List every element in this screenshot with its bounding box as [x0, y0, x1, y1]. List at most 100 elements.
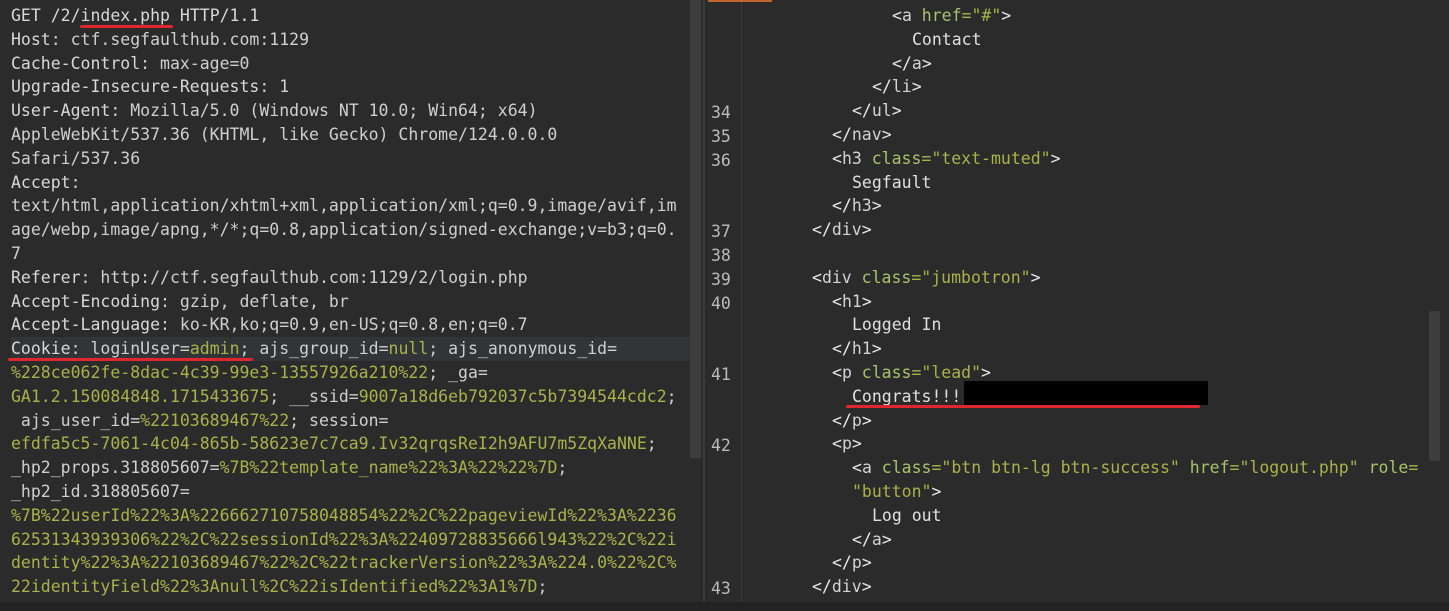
response-token: class	[851, 362, 912, 382]
line-number: 43	[711, 579, 731, 599]
request-token: ajs_user_id=	[11, 410, 141, 430]
request-token: 22identityField%22%3Anull%2C%22isIdentif…	[11, 577, 538, 597]
request-line: Accept-Language: ko-KR,ko;q=0.9,en-US;q=…	[11, 313, 691, 337]
response-line: "button">	[752, 480, 1429, 504]
request-line: Accept-Encoding: gzip, deflate, br	[11, 290, 691, 314]
response-token: p	[841, 362, 852, 382]
http-response-source[interactable]: <a href="#"> Contact </a> </li> </ul> </nav> <…	[752, 4, 1429, 599]
request-token: 9007a18d6eb792037c5b7394544cdc2	[358, 386, 667, 406]
response-token: =	[1408, 458, 1419, 478]
request-token: dentity%22%3A%22103689467%22%2C%22tracke…	[11, 553, 677, 573]
response-token: a	[861, 458, 872, 478]
request-token: ;	[666, 386, 677, 406]
response-token: </	[852, 529, 872, 549]
request-line: 22identityField%22%3Anull%2C%22isIdentif…	[11, 575, 691, 599]
response-token: </	[812, 220, 832, 240]
request-line: GA1.2.150084848.1715433675; __ssid=9007a…	[11, 385, 691, 409]
request-line: Upgrade-Insecure-Requests: 1	[11, 75, 691, 99]
response-token: "button"	[852, 481, 932, 501]
line-number: 38	[711, 246, 731, 265]
request-line: Host: ctf.segfaulthub.com:1129	[11, 28, 691, 52]
request-token: : ctf.segfaulthub.com:1129	[50, 29, 310, 49]
response-token: >	[861, 220, 872, 240]
request-scrollbar[interactable]	[690, 0, 701, 458]
request-token: AppleWebKit/537.36 (KHTML, like Gecko) C…	[11, 124, 558, 144]
response-token: </	[832, 553, 852, 573]
response-scrollbar[interactable]	[1429, 311, 1440, 461]
response-token: p	[851, 410, 862, 430]
request-token: Cache-Control	[11, 53, 141, 73]
response-token: ="#"	[961, 6, 1002, 25]
response-token: </	[832, 339, 852, 359]
request-token: GA1.2.150084848.1715433675	[11, 386, 270, 406]
response-token: </	[832, 410, 852, 430]
response-token: >	[871, 339, 882, 359]
request-token: HTTP/1.1	[169, 6, 260, 25]
request-line: %7B%22userId%22%3A%226662710758048854%22…	[11, 504, 691, 528]
response-line: </div>	[752, 218, 1429, 242]
response-token: ="lead"	[911, 362, 982, 382]
request-token: text/html,application/xhtml+xml,applicat…	[11, 196, 677, 216]
response-token: >	[851, 434, 862, 454]
response-token: div	[831, 577, 862, 597]
response-token: >	[911, 77, 922, 97]
annotation-underline-congrats	[846, 405, 1200, 408]
request-token: Host	[11, 29, 51, 49]
request-token: age/webp,image/apng,*/*;q=0.8,applicatio…	[11, 220, 677, 240]
response-token: class	[861, 148, 922, 168]
request-line: ajs_user_id=%22103689467%22; session=	[11, 409, 691, 433]
response-token: h1	[841, 291, 862, 311]
response-token: </	[872, 77, 892, 97]
response-line: </li>	[752, 75, 1429, 99]
response-token: >	[861, 410, 872, 430]
request-token: ; ajs_anonymous_id=	[428, 339, 618, 359]
response-token: Segfault	[852, 172, 932, 192]
response-token: <	[832, 291, 842, 311]
request-line: Safari/537.36	[11, 147, 691, 171]
request-line: _hp2_props.318805607=%7B%22template_name…	[11, 456, 691, 480]
request-token: Accept	[11, 172, 71, 192]
response-line: </h1>	[752, 337, 1429, 361]
request-token: _hp2_props.318805607=	[11, 458, 220, 478]
request-line: 7	[11, 242, 691, 266]
response-token: <	[832, 362, 842, 382]
request-token: : loginUser=	[70, 339, 190, 359]
response-token: >	[891, 101, 902, 121]
line-number: 41	[711, 365, 731, 384]
response-token: >	[871, 196, 882, 216]
request-token: GET /2/	[11, 6, 81, 25]
response-token: <	[812, 267, 822, 287]
response-token: a	[871, 529, 882, 549]
request-token: 62531343939306%22%2C%22sessionId%22%3A%2…	[11, 529, 677, 549]
response-token: <	[832, 434, 842, 454]
request-token: null	[388, 339, 429, 359]
request-line: AppleWebKit/537.36 (KHTML, like Gecko) C…	[11, 123, 691, 147]
request-token: Accept-Encoding	[11, 291, 161, 311]
response-token: >	[981, 362, 991, 382]
http-request-text[interactable]: GET /2/index.php HTTP/1.1 Host: ctf.segfa…	[11, 4, 691, 599]
line-number: 34	[711, 103, 731, 123]
request-token: Safari/537.36	[11, 148, 141, 168]
response-token: >	[861, 577, 872, 597]
request-token: ;	[646, 434, 657, 454]
request-token: ;	[557, 458, 568, 478]
response-line: <p>	[752, 432, 1429, 456]
response-line: </ul>	[752, 99, 1429, 123]
request-line: User-Agent: Mozilla/5.0 (Windows NT 10.0…	[11, 99, 691, 123]
response-viewer-pane[interactable]: 34 35 36 37 38 39 40 41 42 43 <a href="#"> Contact…	[705, 0, 1449, 611]
response-token: </	[812, 577, 832, 597]
response-token: Logged In	[852, 315, 942, 335]
response-line: <h3 class="text-muted">	[752, 147, 1429, 171]
response-token: h1	[851, 339, 872, 359]
response-line: <h1>	[752, 290, 1429, 314]
response-token: href	[1179, 458, 1230, 478]
response-token: a	[901, 6, 912, 25]
request-token: : gzip, deflate, br	[160, 291, 349, 311]
response-token: ="btn btn-lg btn-success"	[931, 458, 1180, 478]
line-number: 37	[711, 222, 731, 242]
request-editor-pane[interactable]: GET /2/index.php HTTP/1.1 Host: ctf.segfa…	[0, 0, 704, 611]
request-token: ;	[537, 577, 548, 597]
request-line: _hp2_id.318805607=	[11, 480, 691, 504]
response-token: </	[832, 196, 852, 216]
request-token: Referer	[11, 267, 81, 287]
